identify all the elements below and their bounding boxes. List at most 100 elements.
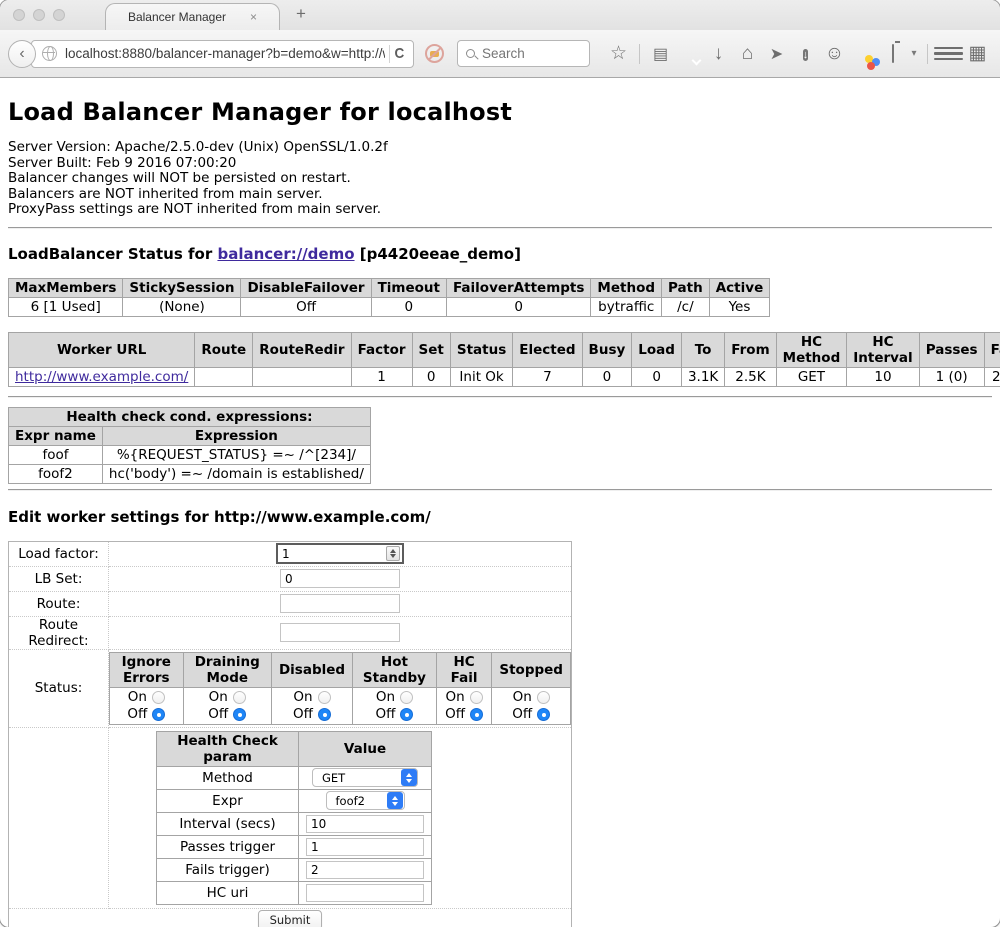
number-stepper-icon[interactable] xyxy=(386,546,400,561)
load-factor-label: Load factor: xyxy=(9,541,109,566)
back-button[interactable]: ‹ xyxy=(8,40,36,68)
off-label: Off xyxy=(127,706,147,722)
ignore-errors-off-radio[interactable] xyxy=(152,708,165,721)
select-arrows-icon xyxy=(387,792,403,809)
route-label: Route: xyxy=(9,591,109,616)
column-header: Health Check param xyxy=(157,731,299,766)
zoom-window-button[interactable] xyxy=(53,9,65,21)
url-bar[interactable]: localhost:8880/balancer-manager?b=demo&w… xyxy=(31,40,414,68)
submit-row: Submit xyxy=(9,908,572,927)
column-header: Set xyxy=(412,332,450,367)
health-check-param-table: Health Check param Value Method GET xyxy=(156,731,432,905)
tab-balancer-manager[interactable]: Balancer Manager × xyxy=(105,3,280,30)
window-controls xyxy=(13,9,65,21)
disablefailover-value: Off xyxy=(241,297,371,316)
hc-fail-off-radio[interactable] xyxy=(470,708,483,721)
worker-url-link[interactable]: http://www.example.com/ xyxy=(15,369,188,385)
set-value: 0 xyxy=(412,367,450,386)
submit-button[interactable]: Submit xyxy=(258,910,323,927)
balancer-demo-link[interactable]: balancer://demo xyxy=(217,245,354,263)
server-version-line: Server Version: Apache/2.5.0-dev (Unix) … xyxy=(8,140,992,156)
toolbar-divider xyxy=(927,44,928,64)
hot-standby-on-radio[interactable] xyxy=(400,691,413,704)
send-tab-icon[interactable]: ➤ xyxy=(762,44,791,64)
downloads-icon[interactable]: ↓ xyxy=(704,43,733,65)
battery-extension-icon[interactable] xyxy=(878,45,907,63)
method-select[interactable]: GET xyxy=(312,768,418,787)
hc-expressions-table: Health check cond. expressions: Expr nam… xyxy=(8,407,371,484)
balancer-heading-suffix: [p4420eeae_demo] xyxy=(355,245,521,263)
table-header-row: Expr name Expression xyxy=(9,426,371,445)
column-header: Ignore Errors xyxy=(110,652,184,687)
minimize-window-button[interactable] xyxy=(33,9,45,21)
factor-value: 1 xyxy=(351,367,412,386)
site-identity-globe-icon[interactable] xyxy=(42,46,57,61)
menu-hamburger-icon[interactable] xyxy=(934,44,963,64)
column-header: Stopped xyxy=(492,652,571,687)
interval-label: Interval (secs) xyxy=(157,812,299,835)
lb-set-input[interactable] xyxy=(280,569,400,588)
reload-icon[interactable]: C xyxy=(395,45,405,62)
search-bar[interactable] xyxy=(457,40,590,67)
interval-input[interactable] xyxy=(306,815,424,833)
load-factor-row: Load factor: xyxy=(9,541,572,566)
route-redirect-row: Route Redirect: xyxy=(9,616,572,649)
ignore-errors-cell: On Off xyxy=(110,687,184,724)
load-factor-field[interactable] xyxy=(278,547,386,561)
disabled-off-radio[interactable] xyxy=(318,708,331,721)
stickysession-value: (None) xyxy=(123,297,241,316)
toolbar-icons: ☆ ▤ ↓ ⌂ ➤ ↓ ☺ ▾ ▦ xyxy=(604,42,992,65)
navigation-toolbar: ‹ localhost:8880/balancer-manager?b=demo… xyxy=(0,30,1000,78)
new-tab-button[interactable]: + xyxy=(296,4,306,24)
reading-list-icon[interactable]: ▤ xyxy=(646,44,675,64)
fails-input[interactable] xyxy=(306,861,424,879)
browser-window: Balancer Manager × + ‹ localhost:8880/ba… xyxy=(0,0,1000,927)
column-header: MaxMembers xyxy=(9,278,123,297)
off-label: Off xyxy=(293,706,313,722)
fails-row: Fails trigger) xyxy=(157,858,432,881)
draining-mode-off-radio[interactable] xyxy=(233,708,246,721)
hc-fail-on-radio[interactable] xyxy=(470,691,483,704)
hc-params-spacer xyxy=(9,727,109,908)
url-text[interactable]: localhost:8880/balancer-manager?b=demo&w… xyxy=(65,46,385,61)
column-header: Expression xyxy=(102,426,370,445)
column-header: Factor xyxy=(351,332,412,367)
bookmark-star-icon[interactable]: ☆ xyxy=(604,42,633,65)
tiles-grid-icon[interactable]: ▦ xyxy=(963,42,992,65)
balancer-heading-prefix: LoadBalancer Status for xyxy=(8,245,217,263)
method-selected-value: GET xyxy=(322,771,345,785)
hot-standby-off-radio[interactable] xyxy=(400,708,413,721)
worker-row: http://www.example.com/ 1 0 Init Ok 7 0 … xyxy=(9,367,1000,386)
off-label: Off xyxy=(375,706,395,722)
stopped-off-radio[interactable] xyxy=(537,708,550,721)
overflow-caret-icon[interactable]: ▾ xyxy=(907,48,921,59)
search-input[interactable] xyxy=(482,46,572,61)
column-header: Path xyxy=(662,278,710,297)
disabled-on-radio[interactable] xyxy=(318,691,331,704)
stopped-cell: On Off xyxy=(492,687,571,724)
feedback-smiley-icon[interactable]: ☺ xyxy=(820,43,849,65)
route-redirect-input[interactable] xyxy=(280,623,400,642)
route-input[interactable] xyxy=(280,594,400,613)
hc-uri-input[interactable] xyxy=(306,884,424,902)
tab-close-icon[interactable]: × xyxy=(250,10,257,24)
balancer-status-table: MaxMembers StickySession DisableFailover… xyxy=(8,278,770,317)
content-blocked-icon[interactable] xyxy=(425,44,444,63)
column-header: Method xyxy=(591,278,662,297)
proxypass-note-line: ProxyPass settings are NOT inherited fro… xyxy=(8,202,992,218)
expr-select[interactable]: foof2 xyxy=(326,791,405,810)
close-window-button[interactable] xyxy=(13,9,25,21)
stopped-on-radio[interactable] xyxy=(537,691,550,704)
section-divider xyxy=(8,227,992,229)
expr-value: %{REQUEST_STATUS} =~ /^[234]/ xyxy=(102,445,370,464)
draining-mode-on-radio[interactable] xyxy=(233,691,246,704)
home-icon[interactable]: ⌂ xyxy=(733,43,762,65)
passes-input[interactable] xyxy=(306,838,424,856)
load-factor-input[interactable] xyxy=(276,543,404,564)
worker-status-table: Worker URL Route RouteRedir Factor Set S… xyxy=(8,332,1000,387)
extension-save-icon[interactable]: ↓ xyxy=(791,45,820,63)
interval-row: Interval (secs) xyxy=(157,812,432,835)
routeredir-value xyxy=(253,367,351,386)
ignore-errors-on-radio[interactable] xyxy=(152,691,165,704)
tab-bar: Balancer Manager × + xyxy=(0,0,1000,30)
